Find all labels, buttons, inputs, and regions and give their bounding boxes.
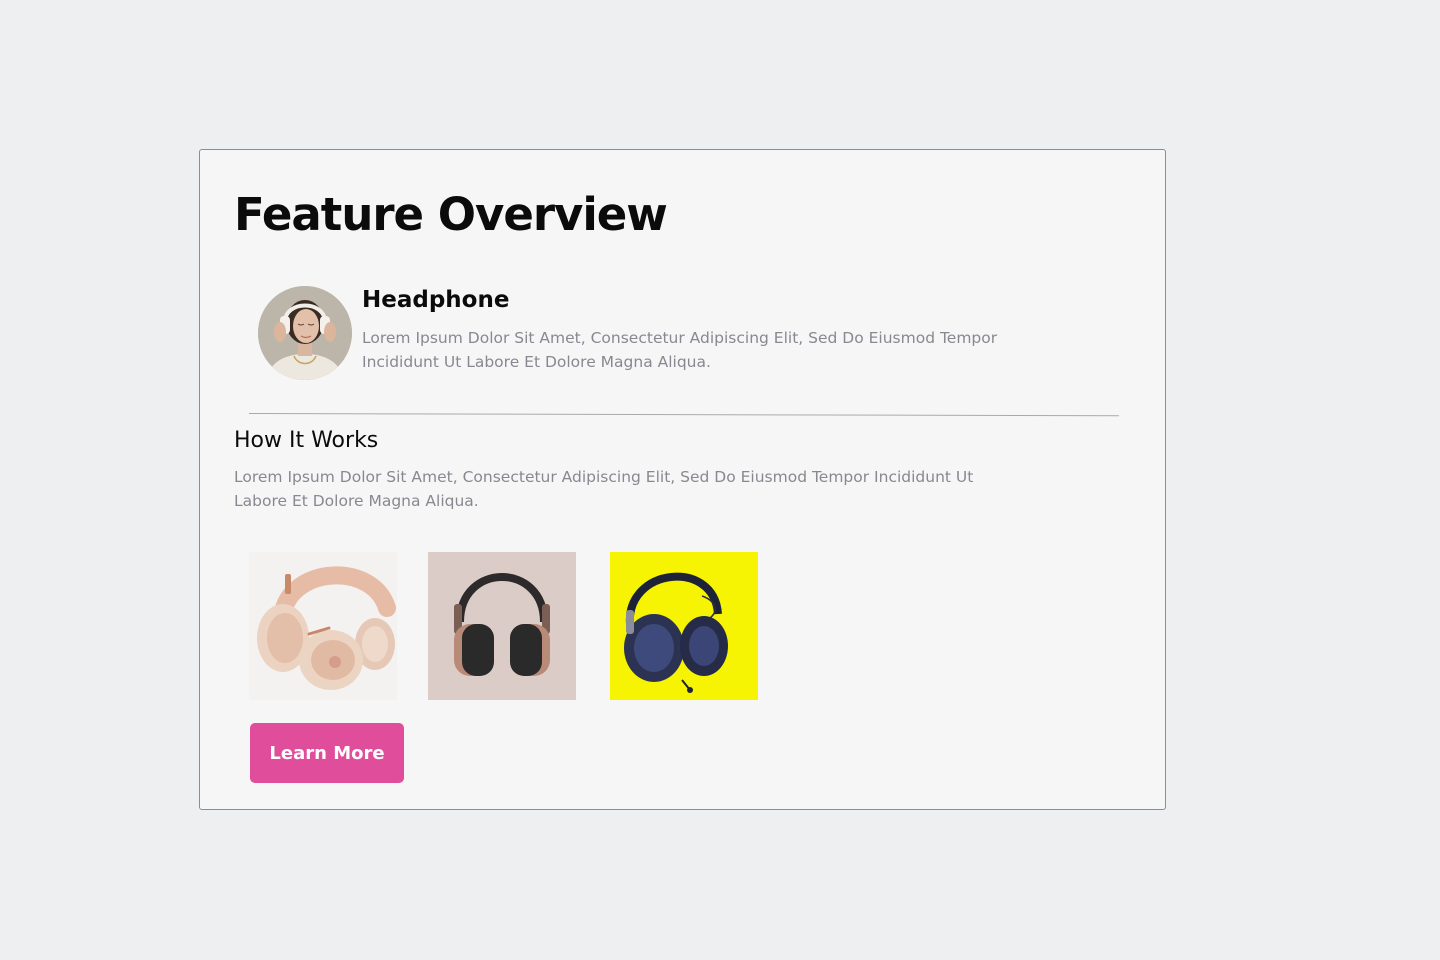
feature-overview-card: Feature Overview Headphone Lorem Ipsum D…	[199, 149, 1166, 810]
avatar	[258, 286, 352, 380]
feature-title: Headphone	[362, 287, 510, 313]
feature-description: Lorem Ipsum Dolor Sit Amet, Consectetur …	[362, 329, 998, 371]
page-title: Feature Overview	[234, 188, 668, 241]
section-title: How It Works	[234, 428, 379, 453]
learn-more-button[interactable]: Learn More	[250, 723, 404, 783]
gallery-image-blue-headphones	[610, 552, 758, 700]
gallery-image-rose-gold-headphones	[249, 552, 397, 700]
divider	[248, 413, 1119, 417]
gallery-image-black-headphones	[428, 552, 576, 700]
section-description: Lorem Ipsum Dolor Sit Amet, Consectetur …	[234, 468, 974, 510]
